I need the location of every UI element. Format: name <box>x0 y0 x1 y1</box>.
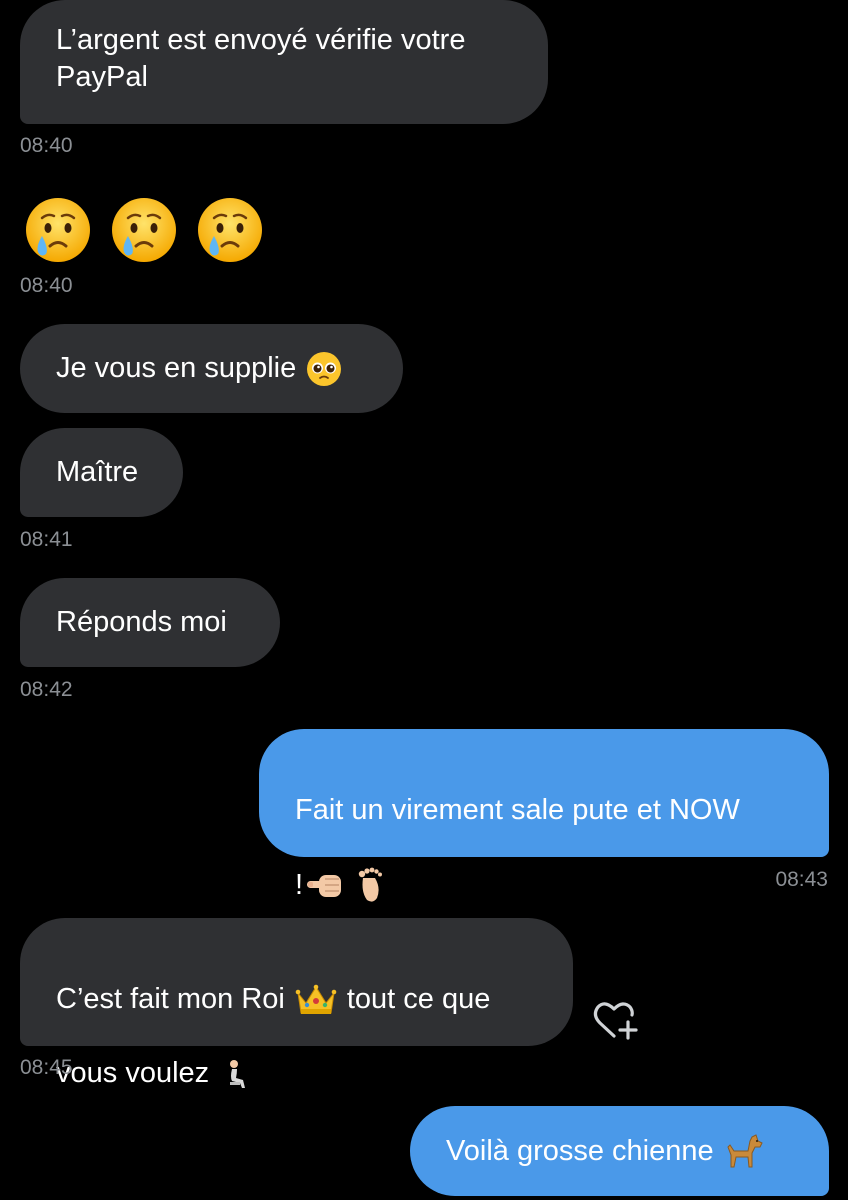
message-text-line: ! <box>295 866 793 904</box>
message-text: Réponds moi <box>56 606 227 638</box>
message-bubble-incoming[interactable]: L’argent est envoyé vérifie votre PayPal <box>20 0 548 124</box>
message-text-line: vous voulez <box>56 1055 537 1092</box>
message-bubble-outgoing[interactable]: Voilà grosse chienne <box>410 1106 829 1196</box>
crying-face-icon <box>198 198 262 262</box>
pleading-face-icon <box>307 351 342 386</box>
add-reaction-heart-icon[interactable] <box>592 998 642 1042</box>
message-timestamp: 08:41 <box>20 528 73 551</box>
dog-icon <box>727 1134 763 1168</box>
message-bubble-outgoing[interactable]: Fait un virement sale pute et NOW ! <box>259 729 829 902</box>
pointing-hand-icon <box>307 875 342 897</box>
message-bubble-incoming[interactable]: Réponds moi <box>20 578 280 667</box>
message-timestamp: 08:45 <box>20 1056 73 1079</box>
message-timestamp: 08:42 <box>20 678 73 701</box>
message-timestamp: 08:43 <box>775 868 828 891</box>
message-text: Je vous en supplie <box>56 352 297 384</box>
message-timestamp: 08:40 <box>20 274 73 297</box>
message-text: vous voulez <box>56 1057 210 1089</box>
message-text: ! <box>295 868 304 901</box>
message-text: Voilà grosse chienne <box>446 1134 714 1167</box>
kneeling-person-icon <box>230 1059 246 1088</box>
message-timestamp: 08:40 <box>20 134 73 157</box>
crying-face-icon <box>26 198 90 262</box>
message-text: L’argent est envoyé vérifie votre PayPal <box>56 24 466 93</box>
foot-icon <box>358 867 383 902</box>
message-bubble-incoming[interactable]: C’est fait mon Roi tout ce que vous voul… <box>20 918 573 1089</box>
message-text: C’est fait mon Roi <box>56 983 285 1015</box>
message-text-line: Fait un virement sale pute et NOW <box>295 794 740 826</box>
message-text: tout ce que <box>346 983 491 1015</box>
message-bubble-incoming[interactable]: Maître <box>20 428 183 517</box>
message-text-line: C’est fait mon Roi tout ce que <box>56 981 537 1018</box>
emoji-only-message[interactable] <box>24 196 264 264</box>
crying-face-icon <box>112 198 176 262</box>
message-bubble-incoming[interactable]: Je vous en supplie <box>20 324 403 413</box>
message-thread: L’argent est envoyé vérifie votre PayPal… <box>0 0 848 1200</box>
message-text: Maître <box>56 456 139 488</box>
crown-icon <box>295 984 337 1014</box>
